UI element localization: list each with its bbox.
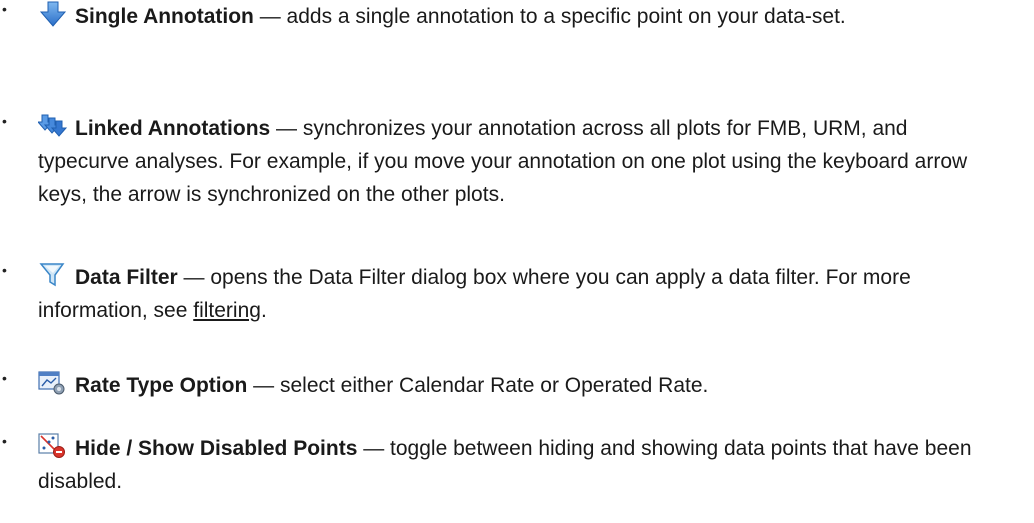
item-text: Hide / Show Disabled Points — toggle bet… <box>38 432 1003 498</box>
item-text: Single Annotation — adds a single annota… <box>38 0 1003 33</box>
separator: — <box>253 5 287 28</box>
term-label: Hide / Show Disabled Points <box>75 437 358 460</box>
toolbar-icon-list: • Single Annotation — adds a single anno… <box>0 0 1034 523</box>
term-label: Data Filter <box>75 266 178 289</box>
bullet: • <box>2 1 7 17</box>
hide-show-points-icon <box>38 433 68 459</box>
separator: — <box>270 117 303 140</box>
item-text: Rate Type Option — select either Calenda… <box>38 369 1003 402</box>
description: select either Calendar Rate or Operated … <box>279 374 709 397</box>
bullet: • <box>2 433 7 449</box>
description: adds a single annotation to a specific p… <box>286 5 846 28</box>
sentence-end: . <box>260 299 267 322</box>
funnel-icon <box>38 262 68 288</box>
separator: — <box>357 437 391 460</box>
bullet: • <box>2 262 7 278</box>
term-label: Single Annotation <box>75 5 254 28</box>
down-arrow-icon <box>38 1 68 27</box>
separator: — <box>177 266 211 289</box>
item-text: Linked Annotations — synchronizes your a… <box>38 112 1003 211</box>
term-label: Linked Annotations <box>75 117 271 140</box>
term-label: Rate Type Option <box>75 374 248 397</box>
separator: — <box>247 374 280 397</box>
bullet: • <box>2 113 7 129</box>
item-text: Data Filter — opens the Data Filter dial… <box>38 261 1003 327</box>
linked-arrows-icon <box>38 113 68 139</box>
rate-type-icon <box>38 370 68 396</box>
filtering-link[interactable]: filtering <box>193 299 261 322</box>
bullet: • <box>2 370 7 386</box>
